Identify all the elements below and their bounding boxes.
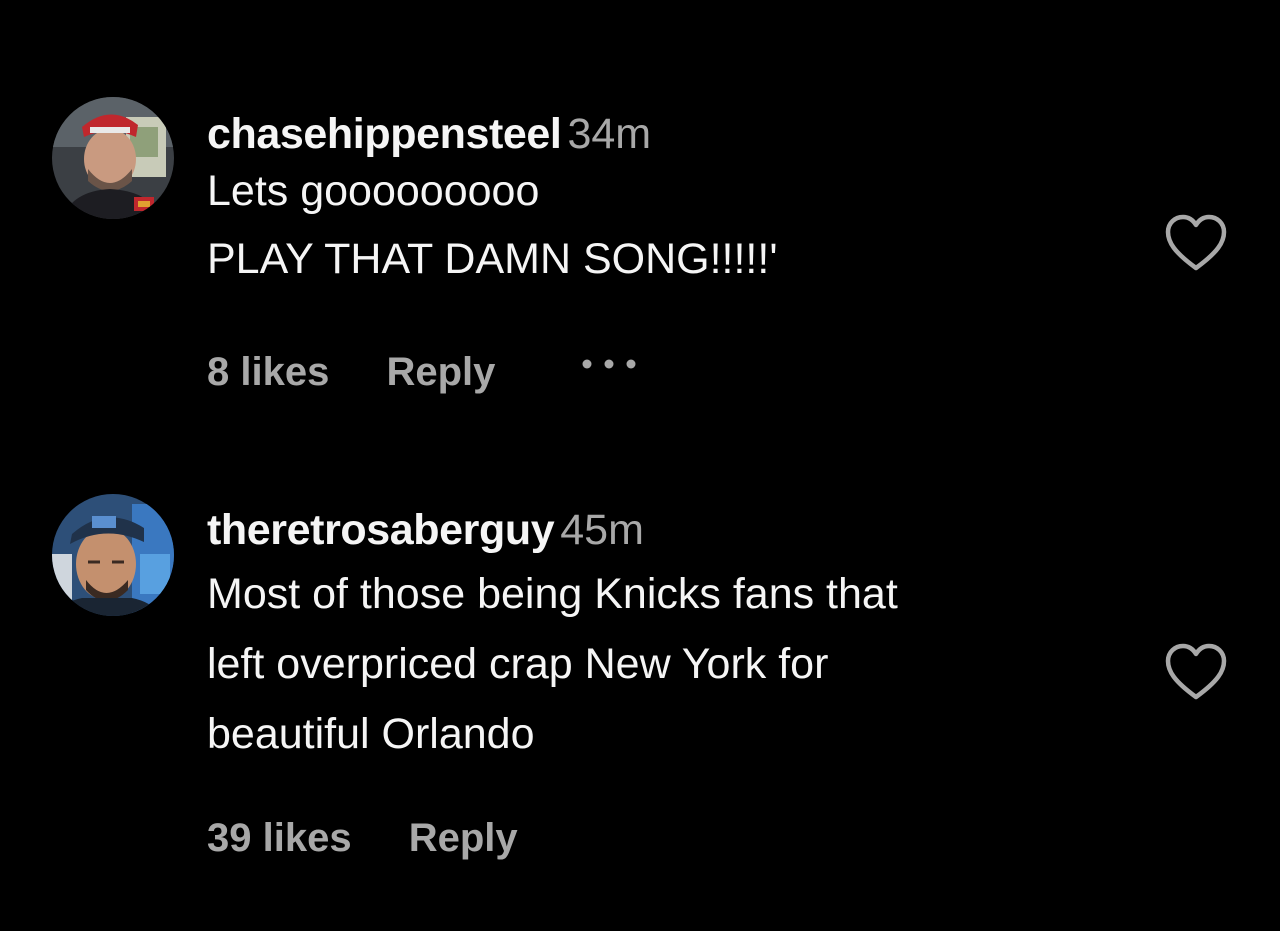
comment-text-line: beautiful Orlando (207, 710, 535, 758)
like-heart-icon[interactable] (1164, 214, 1228, 272)
comment-text-line: Most of those being Knicks fans that (207, 570, 898, 618)
comment-text-line: Lets gooooooooo (207, 167, 540, 215)
commenter-avatar[interactable] (52, 97, 174, 219)
avatar-photo-icon (52, 97, 174, 219)
comment-timestamp: 45m (560, 506, 644, 554)
username-link[interactable]: theretrosaberguy (207, 506, 555, 554)
username-link[interactable]: chasehippensteel (207, 110, 562, 158)
likes-count-button[interactable]: 39 likes (207, 814, 352, 862)
comment-header: theretrosaberguy 45m (207, 504, 898, 556)
reply-button[interactable]: Reply (386, 348, 495, 396)
commenter-avatar[interactable] (52, 494, 174, 616)
avatar-photo-icon (52, 494, 174, 616)
comment-content: theretrosaberguy 45m Most of those being … (207, 504, 898, 768)
comment-header: chasehippensteel 34m (207, 108, 778, 160)
comment-timestamp: 34m (567, 110, 652, 158)
comment-content: chasehippensteel 34m Lets gooooooooo PLAY… (207, 108, 778, 293)
comment-actions: 39 likes Reply (207, 812, 518, 862)
ellipsis-icon[interactable] (579, 348, 639, 396)
reply-button[interactable]: Reply (409, 814, 518, 862)
comment-text-line: PLAY THAT DAMN SONG!!!!!' (207, 235, 778, 283)
like-heart-icon[interactable] (1164, 643, 1228, 701)
likes-count-button[interactable]: 8 likes (207, 348, 329, 396)
comment-actions: 8 likes Reply (207, 346, 639, 396)
comment-text-line: left overpriced crap New York for (207, 640, 829, 688)
